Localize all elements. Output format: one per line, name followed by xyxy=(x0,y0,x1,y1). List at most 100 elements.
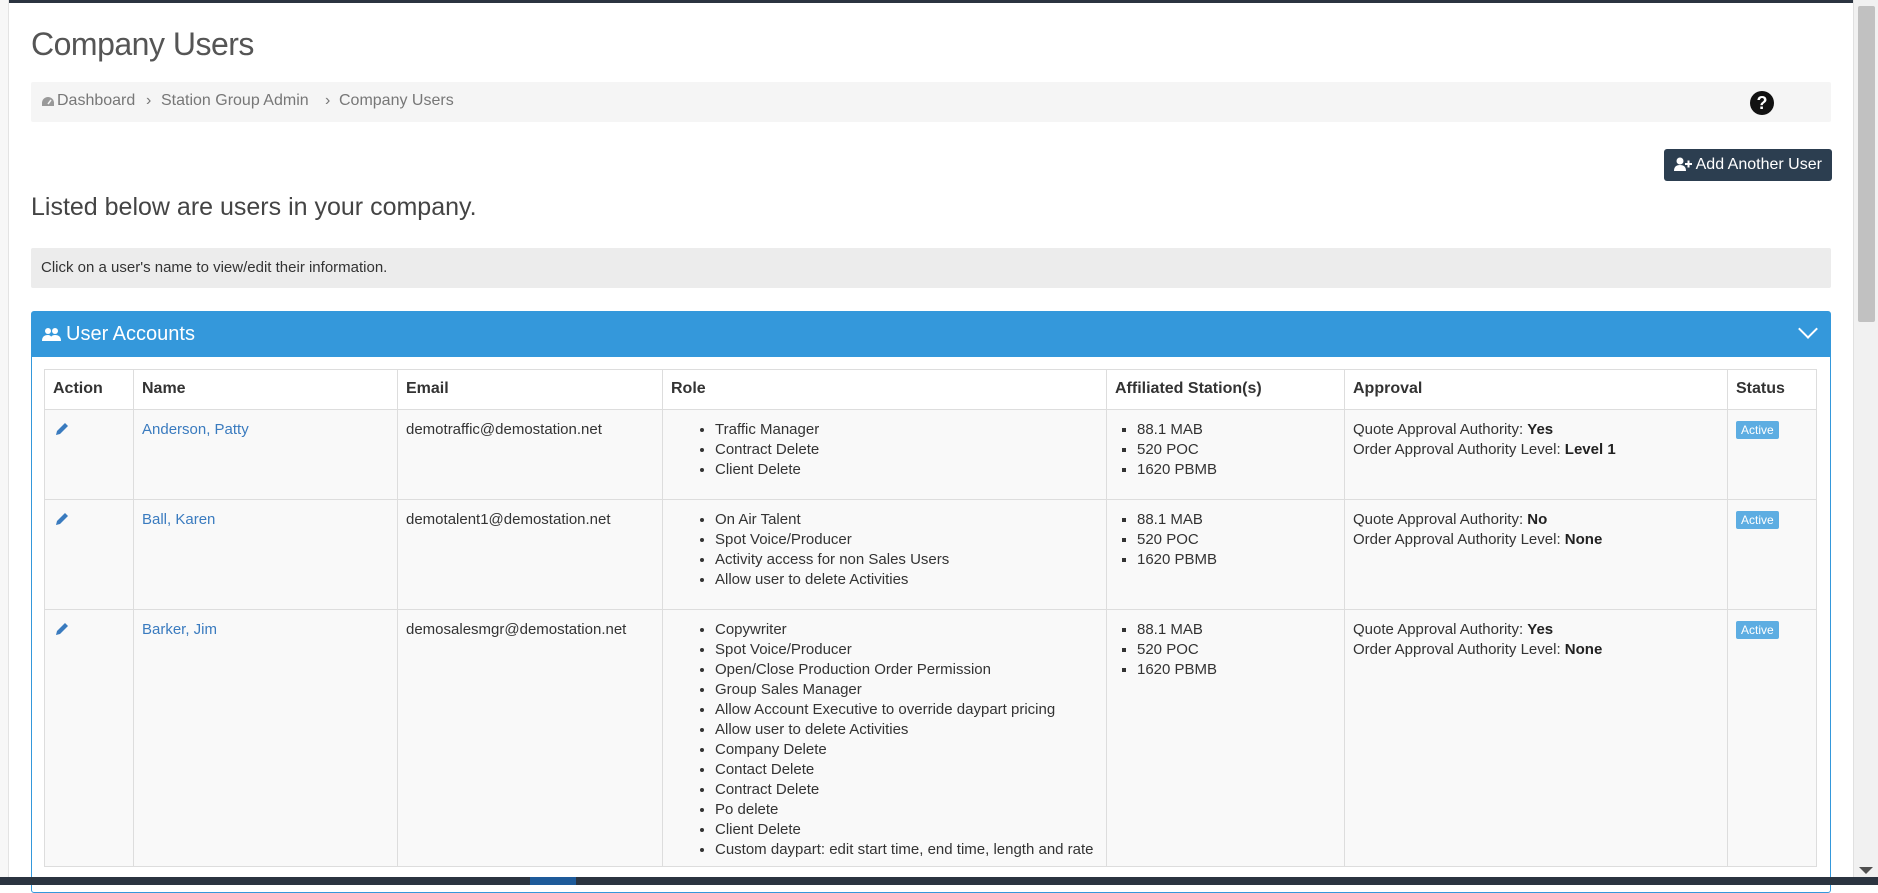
breadcrumb-station-group-admin[interactable]: Station Group Admin xyxy=(161,92,309,110)
breadcrumb-dashboard[interactable]: Dashboard xyxy=(57,92,135,110)
order-approval-label: Order Approval Authority Level: xyxy=(1353,531,1561,548)
status-badge: Active xyxy=(1736,621,1779,639)
taskbar-chip xyxy=(530,877,576,885)
header-stations: Affiliated Station(s) xyxy=(1106,369,1345,410)
approval-cell: Quote Approval Authority: Yes Order Appr… xyxy=(1344,609,1728,867)
role-item: Contract Delete xyxy=(715,440,1098,460)
quote-approval-label: Quote Approval Authority: xyxy=(1353,421,1524,438)
add-another-user-button[interactable]: Add Another User xyxy=(1664,149,1832,181)
user-name-link[interactable]: Anderson, Patty xyxy=(142,421,249,438)
role-item: Traffic Manager xyxy=(715,420,1098,440)
pencil-icon[interactable] xyxy=(53,420,71,438)
role-item: Open/Close Production Order Permission xyxy=(715,660,1098,680)
station-item: 520 POC xyxy=(1137,530,1336,550)
role-item: Contract Delete xyxy=(715,780,1098,800)
page-title: Company Users xyxy=(31,26,254,62)
status-cell: Active xyxy=(1727,409,1817,500)
user-name-link[interactable]: Barker, Jim xyxy=(142,621,217,638)
scroll-down-arrow-icon[interactable] xyxy=(1859,867,1873,874)
header-action: Action xyxy=(44,369,134,410)
quote-approval-value: Yes xyxy=(1527,621,1554,638)
station-item: 88.1 MAB xyxy=(1137,510,1336,530)
left-gutter xyxy=(0,0,9,885)
quote-approval-value: Yes xyxy=(1527,421,1554,438)
user-name-link[interactable]: Ball, Karen xyxy=(142,511,215,528)
quote-approval-value: No xyxy=(1527,511,1548,528)
user-plus-icon xyxy=(1674,157,1693,171)
breadcrumb-separator: › xyxy=(325,92,331,109)
role-item: Activity access for non Sales Users xyxy=(715,550,1098,570)
role-cell: Copywriter Spot Voice/Producer Open/Clos… xyxy=(662,609,1107,867)
header-approval: Approval xyxy=(1344,369,1728,410)
order-approval-value: Level 1 xyxy=(1564,441,1616,458)
status-badge: Active xyxy=(1736,421,1779,439)
action-cell xyxy=(44,409,134,500)
bottom-taskbar-strip xyxy=(0,877,1878,885)
email-cell: demosalesmgr@demostation.net xyxy=(397,609,663,867)
pencil-icon[interactable] xyxy=(53,510,71,528)
order-approval-label: Order Approval Authority Level: xyxy=(1353,441,1561,458)
breadcrumb: Dashboard › Station Group Admin › Compan… xyxy=(31,82,1831,122)
name-cell: Ball, Karen xyxy=(133,499,398,610)
quote-approval-label: Quote Approval Authority: xyxy=(1353,511,1524,528)
role-item: Contact Delete xyxy=(715,760,1098,780)
panel-header[interactable]: User Accounts xyxy=(32,312,1830,357)
top-border xyxy=(0,0,1878,3)
pencil-icon[interactable] xyxy=(53,620,71,638)
station-item: 88.1 MAB xyxy=(1137,620,1336,640)
user-accounts-panel: User Accounts Action Name Email Role Aff… xyxy=(31,311,1831,893)
quote-approval-label: Quote Approval Authority: xyxy=(1353,621,1524,638)
help-icon[interactable]: ? xyxy=(1750,91,1774,115)
role-item: Po delete xyxy=(715,800,1098,820)
role-cell: Traffic Manager Contract Delete Client D… xyxy=(662,409,1107,500)
scrollbar-thumb[interactable] xyxy=(1858,6,1875,322)
header-status: Status xyxy=(1727,369,1817,410)
role-item: Custom daypart: edit start time, end tim… xyxy=(715,840,1098,860)
stations-cell: 88.1 MAB 520 POC 1620 PBMB xyxy=(1106,409,1345,500)
status-badge: Active xyxy=(1736,511,1779,529)
role-item: Client Delete xyxy=(715,820,1098,840)
vertical-scrollbar[interactable] xyxy=(1853,0,1878,877)
header-role: Role xyxy=(662,369,1107,410)
status-cell: Active xyxy=(1727,499,1817,610)
name-cell: Anderson, Patty xyxy=(133,409,398,500)
station-item: 520 POC xyxy=(1137,440,1336,460)
station-item: 1620 PBMB xyxy=(1137,550,1336,570)
info-bar: Click on a user's name to view/edit thei… xyxy=(31,248,1831,288)
order-approval-value: None xyxy=(1564,641,1603,658)
add-button-label: Add Another User xyxy=(1695,156,1822,173)
role-item: Copywriter xyxy=(715,620,1098,640)
role-item: Group Sales Manager xyxy=(715,680,1098,700)
station-item: 1620 PBMB xyxy=(1137,460,1336,480)
dashboard-icon xyxy=(42,97,54,106)
approval-cell: Quote Approval Authority: No Order Appro… xyxy=(1344,499,1728,610)
intro-text: Listed below are users in your company. xyxy=(31,193,477,221)
action-cell xyxy=(44,609,134,867)
table-row: Anderson, Patty demotraffic@demostation.… xyxy=(44,409,1817,500)
breadcrumb-company-users: Company Users xyxy=(339,92,454,109)
users-icon xyxy=(42,328,61,341)
role-item: Allow Account Executive to override dayp… xyxy=(715,700,1098,720)
station-item: 1620 PBMB xyxy=(1137,660,1336,680)
users-table: Action Name Email Role Affiliated Statio… xyxy=(44,369,1817,867)
role-item: Spot Voice/Producer xyxy=(715,640,1098,660)
role-cell: On Air Talent Spot Voice/Producer Activi… xyxy=(662,499,1107,610)
table-row: Barker, Jim demosalesmgr@demostation.net… xyxy=(44,609,1817,867)
header-name: Name xyxy=(133,369,398,410)
approval-cell: Quote Approval Authority: Yes Order Appr… xyxy=(1344,409,1728,500)
role-item: Allow user to delete Activities xyxy=(715,570,1098,590)
station-item: 88.1 MAB xyxy=(1137,420,1336,440)
role-item: Client Delete xyxy=(715,460,1098,480)
role-item: Company Delete xyxy=(715,740,1098,760)
email-cell: demotalent1@demostation.net xyxy=(397,499,663,610)
action-cell xyxy=(44,499,134,610)
role-item: On Air Talent xyxy=(715,510,1098,530)
status-cell: Active xyxy=(1727,609,1817,867)
order-approval-value: None xyxy=(1564,531,1603,548)
role-item: Spot Voice/Producer xyxy=(715,530,1098,550)
stations-cell: 88.1 MAB 520 POC 1620 PBMB xyxy=(1106,609,1345,867)
email-cell: demotraffic@demostation.net xyxy=(397,409,663,500)
panel-title: User Accounts xyxy=(66,323,195,345)
info-text: Click on a user's name to view/edit thei… xyxy=(41,259,388,276)
chevron-down-icon[interactable] xyxy=(1798,319,1818,339)
